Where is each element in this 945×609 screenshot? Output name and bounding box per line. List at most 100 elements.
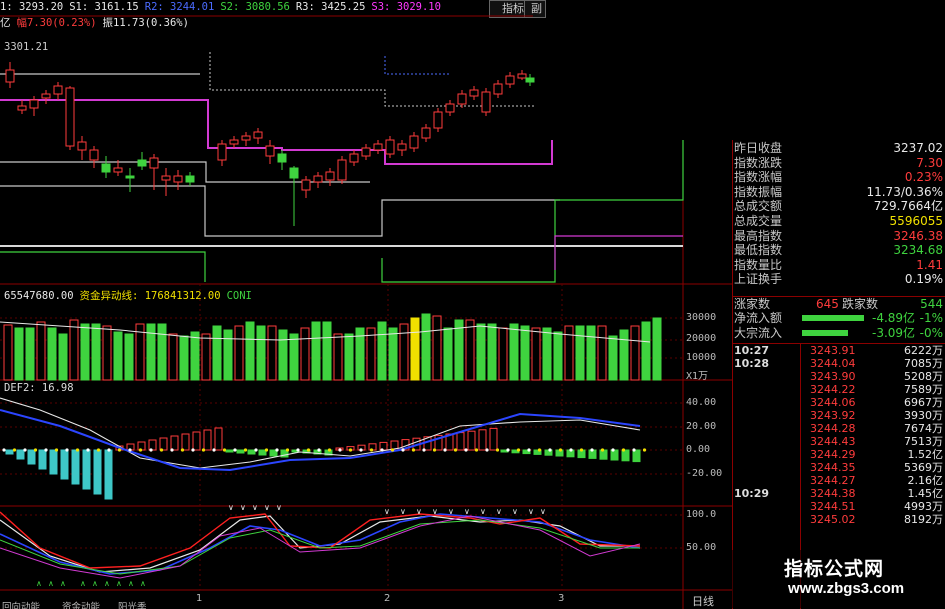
tick-price: 3244.27: [810, 474, 856, 487]
stat-row: 指数振幅 11.73/0.36%: [732, 185, 945, 200]
tick-volume: 5369万: [904, 461, 943, 474]
volume-bar: [201, 333, 211, 381]
zero-dot: [86, 448, 90, 452]
macd-histogram: [5, 427, 641, 500]
tick-row: 3244.27 2.16亿: [732, 474, 945, 487]
kdj-sell-mark: ∨: [496, 507, 502, 516]
date-label-3: 3: [558, 593, 565, 604]
s2-line: [0, 185, 560, 237]
tab-fund-momentum[interactable]: 资金动能: [62, 601, 100, 609]
zero-dot: [75, 448, 80, 452]
volume-bar: [498, 327, 508, 381]
volume-bar: [608, 335, 618, 381]
zero-dot: [558, 448, 563, 452]
flow-row: 大宗流入 -3.09亿 -0%: [732, 326, 945, 341]
stat-value: 1.41: [916, 257, 943, 272]
candle-body: [385, 139, 395, 155]
candle-body: [277, 153, 287, 163]
zero-dot: [600, 448, 605, 452]
candle-body: [125, 175, 135, 179]
zero-dot: [264, 448, 269, 452]
macd-zero-dots: [2, 448, 647, 452]
stat-row: 总成交量 5596055: [732, 214, 945, 229]
tick-row: 10:28 3244.04 7085万: [732, 357, 945, 370]
kdj-sell-mark: ∨: [416, 507, 422, 516]
macd-bar: [170, 435, 179, 451]
kdj-sell-mark: ∨: [480, 507, 486, 516]
stat-row: 最低指数 3234.68: [732, 243, 945, 258]
zero-dot: [180, 448, 185, 452]
volume-bar: [3, 324, 13, 381]
volume-bar: [14, 327, 24, 381]
volume-header: 65547680.00 资金异动线: 176841312.00 CONI: [4, 288, 258, 303]
tick-row: 3244.06 6967万: [732, 396, 945, 409]
macd-bar: [60, 449, 69, 480]
zero-dot: [485, 448, 489, 452]
rise-fall-row: 涨家数 645 跌家数 544: [732, 296, 945, 311]
volume-header-value-1: 资金异动线: 176841312.00: [79, 290, 221, 302]
kdj-buy-mark: ∧: [36, 579, 42, 588]
tab-sunshine[interactable]: 阳光季: [118, 601, 147, 609]
zero-dot: [527, 448, 531, 452]
stat-row: 最高指数 3246.38: [732, 229, 945, 244]
tick-price: 3244.22: [810, 383, 856, 396]
tick-row: 3245.02 8192万: [732, 513, 945, 526]
kdj-sell-mark: ∨: [464, 507, 470, 516]
period-label[interactable]: 日线: [692, 593, 714, 609]
candle-body: [469, 89, 479, 97]
candle-body: [17, 105, 27, 111]
zero-dot: [254, 448, 258, 452]
candle-body: [101, 163, 111, 173]
candle-body: [265, 145, 275, 157]
macd-bar: [181, 433, 190, 451]
volume-bar: [553, 331, 563, 381]
volume-bar: [509, 323, 519, 381]
candle-body: [525, 77, 535, 83]
candle-body: [325, 171, 335, 181]
macd-bar: [632, 449, 641, 463]
zero-dot: [138, 448, 143, 452]
volume-bar: [245, 321, 255, 381]
macd-bar: [192, 431, 201, 451]
candle-body: [241, 135, 251, 141]
stat-value: 3237.02: [893, 141, 943, 155]
zero-dot: [432, 448, 437, 452]
candle-body: [373, 143, 383, 151]
bottom-tabs: 回向动能 资金动能 阳光季: [0, 601, 200, 609]
candle-body: [29, 99, 39, 109]
stat-value: 7.30: [916, 155, 943, 170]
stat-row: 总成交额 729.7664亿: [732, 199, 945, 214]
macd-bar: [38, 449, 47, 470]
volume-bar: [47, 327, 57, 381]
volume-bar: [300, 327, 310, 381]
macd-bar: [27, 449, 36, 465]
stat-row: 指数量比 1.41: [732, 258, 945, 273]
tick-price: 3243.90: [810, 370, 856, 383]
zero-dot: [632, 448, 636, 452]
tick-time: 10:28: [734, 357, 770, 370]
candle-body: [77, 141, 87, 151]
macd-bar: [489, 427, 498, 451]
kdj-buy-mark: ∧: [140, 579, 146, 588]
tick-volume: 6967万: [904, 396, 943, 409]
tick-price: 3244.38: [810, 487, 856, 500]
main-chart-area[interactable]: ∨ ∨ ∨ ∨ ∨ ∨ ∨ ∨ ∨ ∨ ∨ ∨ ∨ ∨ ∨ ∨ ∧ ∧ ∧ ∧ ∧ ∧ ∧ ∧ ∧: [0, 0, 732, 609]
date-label-2: 2: [384, 593, 391, 604]
tab-momentum[interactable]: 回向动能: [2, 601, 40, 609]
zero-dot: [390, 448, 395, 452]
tick-list[interactable]: 10:27 3243.91 6222万 10:28 3244.04 7085万 3243.9…: [732, 343, 945, 526]
candle-body: [457, 93, 467, 105]
tick-row: 3244.35 5369万: [732, 461, 945, 474]
volume-bar: [190, 331, 200, 381]
flow-pct: -0%: [919, 325, 943, 340]
volume-bars: [3, 313, 662, 381]
vol-unit: X1万: [686, 371, 709, 382]
zero-dot: [590, 448, 594, 452]
volume-bar: [102, 325, 112, 381]
zero-dot: [516, 448, 521, 452]
macd-bar: [49, 449, 58, 475]
candle-body: [173, 175, 183, 183]
volume-bar: [487, 323, 497, 381]
flow-pct: -1%: [919, 311, 943, 325]
stat-value: 729.7664亿: [873, 199, 943, 214]
